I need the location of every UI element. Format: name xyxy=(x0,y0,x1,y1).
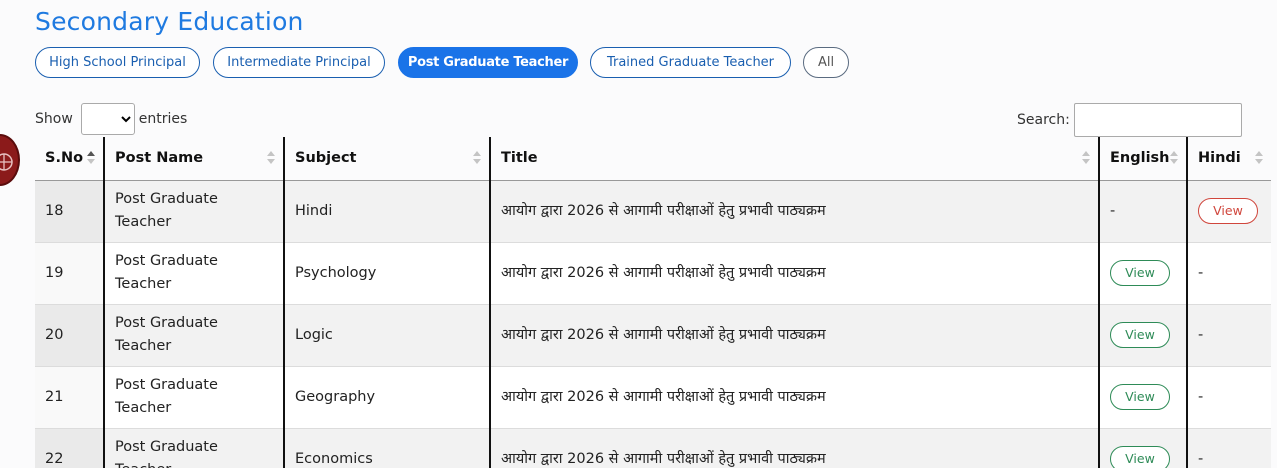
sort-icon xyxy=(1082,151,1090,165)
cell-hindi: - xyxy=(1186,365,1271,428)
filter-trained-graduate-teacher[interactable]: Trained Graduate Teacher xyxy=(590,47,791,78)
sort-icon xyxy=(473,151,481,165)
hindi-dash: - xyxy=(1198,326,1204,343)
search-input[interactable] xyxy=(1073,103,1242,137)
table-row: 20 Post Graduate Teacher Logic आयोग द्वा… xyxy=(35,303,1271,366)
hindi-dash: - xyxy=(1198,388,1204,405)
cell-title: आयोग द्वारा 2026 से आगामी परीक्षाओं हेतु… xyxy=(489,303,1099,366)
cell-post-name: Post Graduate Teacher xyxy=(103,427,284,468)
table-header-row: S.No Post Name Subject Title English Hin… xyxy=(35,137,1271,181)
col-header-label: English xyxy=(1110,150,1170,167)
filter-intermediate-principal[interactable]: Intermediate Principal xyxy=(213,47,385,78)
show-entries: Show entries xyxy=(35,103,187,135)
syllabus-table: S.No Post Name Subject Title English Hin… xyxy=(35,137,1271,468)
cell-post-name: Post Graduate Teacher xyxy=(103,303,284,366)
table-row: 19 Post Graduate Teacher Psychology आयोग… xyxy=(35,241,1271,304)
col-header-post-name[interactable]: Post Name xyxy=(103,137,284,181)
cell-hindi: - xyxy=(1186,427,1271,468)
cell-english: - xyxy=(1098,179,1187,242)
emblem-icon[interactable] xyxy=(0,134,20,186)
view-hindi-button[interactable]: View xyxy=(1198,198,1258,224)
entries-select[interactable] xyxy=(80,103,135,135)
page: Secondary Education High School Principa… xyxy=(0,0,1277,468)
hindi-dash: - xyxy=(1198,264,1204,281)
search-label: Search: xyxy=(1017,112,1070,128)
cell-post-name: Post Graduate Teacher xyxy=(103,179,284,242)
filter-post-graduate-teacher[interactable]: Post Graduate Teacher xyxy=(398,47,578,78)
sort-icon xyxy=(267,151,275,165)
filter-high-school-principal[interactable]: High School Principal xyxy=(35,47,200,78)
cell-sno: 21 xyxy=(35,365,104,428)
cell-hindi: - xyxy=(1186,241,1271,304)
cell-title: आयोग द्वारा 2026 से आगामी परीक्षाओं हेतु… xyxy=(489,179,1099,242)
english-dash: - xyxy=(1110,202,1116,219)
col-header-label: Subject xyxy=(295,150,357,167)
search-box: Search: xyxy=(1017,103,1242,137)
cell-title: आयोग द्वारा 2026 से आगामी परीक्षाओं हेतु… xyxy=(489,427,1099,468)
show-label: Show xyxy=(35,111,73,127)
cell-english: View xyxy=(1098,427,1187,468)
cell-subject: Psychology xyxy=(283,241,490,304)
view-english-button[interactable]: View xyxy=(1110,260,1170,286)
cell-post-name: Post Graduate Teacher xyxy=(103,241,284,304)
view-english-button[interactable]: View xyxy=(1110,384,1170,410)
col-header-title[interactable]: Title xyxy=(489,137,1099,181)
col-header-label: S.No xyxy=(45,150,84,167)
cell-sno: 20 xyxy=(35,303,104,366)
col-header-subject[interactable]: Subject xyxy=(283,137,490,181)
sort-icon xyxy=(87,151,95,165)
entries-label: entries xyxy=(138,111,188,127)
cell-title: आयोग द्वारा 2026 से आगामी परीक्षाओं हेतु… xyxy=(489,365,1099,428)
table-row: 21 Post Graduate Teacher Geography आयोग … xyxy=(35,365,1271,428)
cell-post-name: Post Graduate Teacher xyxy=(103,365,284,428)
filter-all[interactable]: All xyxy=(803,47,849,78)
col-header-label: Title xyxy=(501,150,538,167)
sort-icon xyxy=(1255,151,1263,165)
view-english-button[interactable]: View xyxy=(1110,322,1170,348)
cell-english: View xyxy=(1098,365,1187,428)
col-header-sno[interactable]: S.No xyxy=(35,137,104,181)
cell-sno: 19 xyxy=(35,241,104,304)
view-english-button[interactable]: View xyxy=(1110,446,1170,468)
cell-subject: Hindi xyxy=(283,179,490,242)
cell-sno: 22 xyxy=(35,427,104,468)
cell-title: आयोग द्वारा 2026 से आगामी परीक्षाओं हेतु… xyxy=(489,241,1099,304)
hindi-dash: - xyxy=(1198,450,1204,467)
cell-english: View xyxy=(1098,303,1187,366)
cell-hindi: View xyxy=(1186,179,1271,242)
sort-icon xyxy=(1170,151,1178,165)
table-row: 18 Post Graduate Teacher Hindi आयोग द्वा… xyxy=(35,179,1271,242)
col-header-hindi[interactable]: Hindi xyxy=(1186,137,1271,181)
cell-sno: 18 xyxy=(35,179,104,242)
col-header-label: Hindi xyxy=(1198,150,1241,167)
col-header-english[interactable]: English xyxy=(1098,137,1187,181)
cell-english: View xyxy=(1098,241,1187,304)
table-row: 22 Post Graduate Teacher Economics आयोग … xyxy=(35,427,1271,468)
page-title: Secondary Education xyxy=(35,7,304,36)
cell-subject: Economics xyxy=(283,427,490,468)
cell-hindi: - xyxy=(1186,303,1271,366)
col-header-label: Post Name xyxy=(115,150,204,167)
cell-subject: Geography xyxy=(283,365,490,428)
cell-subject: Logic xyxy=(283,303,490,366)
